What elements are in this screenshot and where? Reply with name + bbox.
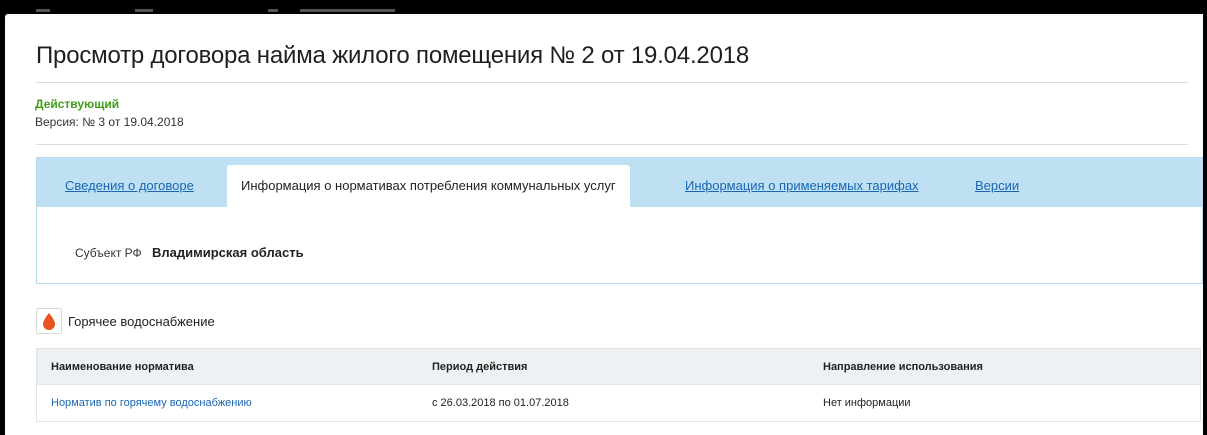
subject-label: Субъект РФ (75, 246, 142, 260)
norm-period: с 26.03.2018 по 01.07.2018 (418, 384, 809, 422)
tab-tariffs[interactable]: Информация о применяемых тарифах (685, 165, 919, 207)
version-label: Версия: № 3 от 19.04.2018 (35, 115, 184, 129)
norms-table: Наименование норматива Период действия Н… (36, 348, 1201, 422)
service-name: Горячее водоснабжение (68, 314, 215, 329)
tabs-panel: Сведения о договоре Информация о нормати… (36, 157, 1203, 284)
tab-versions[interactable]: Версии (975, 165, 1019, 207)
status-label: Действующий (35, 97, 120, 111)
column-header-name: Наименование норматива (36, 348, 418, 385)
window-top-strip (0, 0, 1207, 14)
tab-contract-info[interactable]: Сведения о договоре (65, 165, 194, 207)
decor-bit (268, 9, 278, 12)
divider (36, 144, 1188, 145)
table-header-row: Наименование норматива Период действия Н… (36, 348, 1201, 385)
tab-consumption-norms[interactable]: Информация о нормативах потребления комм… (227, 165, 630, 207)
tabs-bar: Сведения о договоре Информация о нормати… (37, 158, 1202, 207)
decor-bit (36, 9, 50, 12)
norm-name-link[interactable]: Норматив по горячему водоснабжению (36, 384, 418, 422)
subject-value: Владимирская область (152, 245, 304, 260)
page-frame: Просмотр договора найма жилого помещения… (5, 14, 1203, 435)
subject-row: Субъект РФ Владимирская область (75, 245, 304, 260)
divider (36, 82, 1188, 83)
column-header-period: Период действия (418, 348, 809, 385)
decor-bit (135, 9, 153, 12)
table-row: Норматив по горячему водоснабжению с 26.… (36, 384, 1201, 422)
page-title: Просмотр договора найма жилого помещения… (36, 42, 750, 69)
norm-direction: Нет информации (809, 384, 1201, 422)
drop-icon (36, 308, 62, 334)
column-header-direction: Направление использования (809, 348, 1201, 385)
decor-bit (300, 9, 395, 12)
